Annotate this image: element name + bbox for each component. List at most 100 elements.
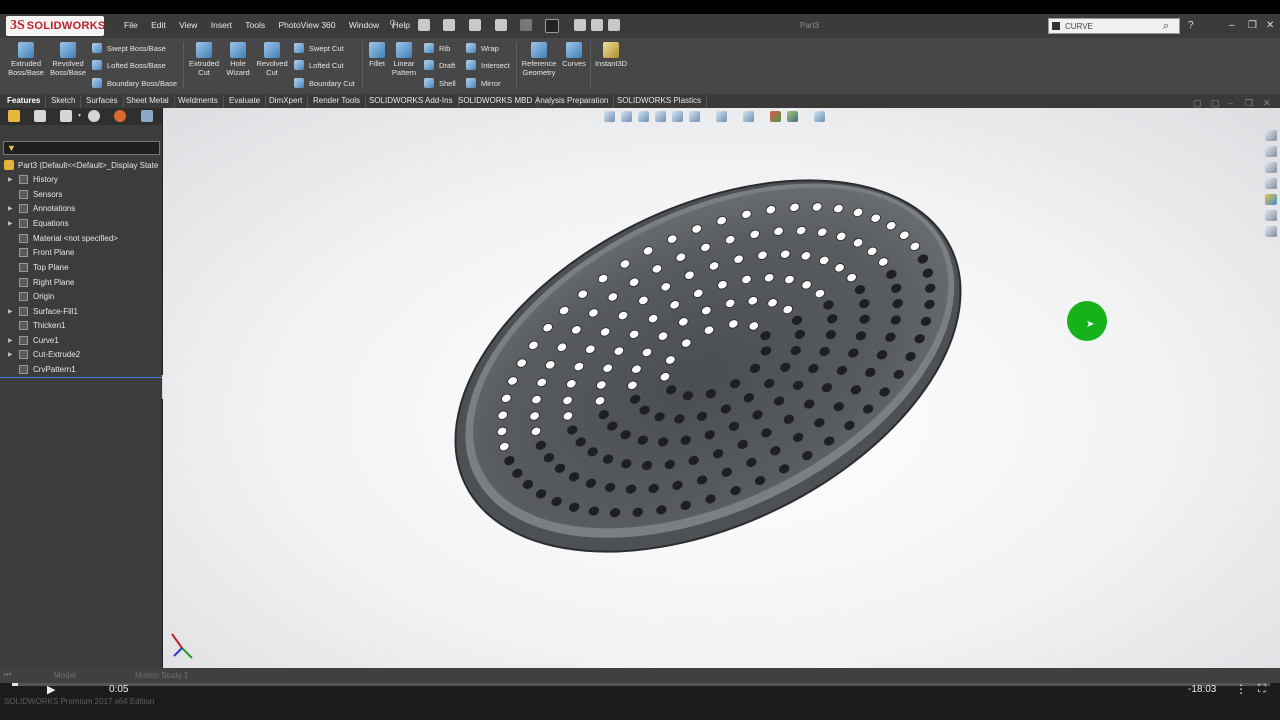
tab-solidworks-plastics[interactable]: SOLIDWORKS Plastics xyxy=(612,95,708,108)
options-gear-icon[interactable] xyxy=(608,19,620,31)
select-arrow-icon[interactable] xyxy=(545,19,559,33)
fillet-button[interactable]: Fillet xyxy=(364,42,390,69)
tree-item-equations[interactable]: ▶ Equations xyxy=(8,217,69,230)
revolved-cut-button[interactable]: Revolved Cut xyxy=(254,42,290,77)
expand-arrow-icon[interactable]: ▶ xyxy=(8,205,15,212)
tree-item-thicken1[interactable]: Thicken1 xyxy=(8,319,65,332)
doc-minimize-icon[interactable]: – xyxy=(1228,98,1233,108)
menu-file[interactable]: File xyxy=(124,20,138,30)
tree-item-cut-extrude2[interactable]: ▶ Cut-Extrude2 xyxy=(8,348,80,361)
tab-surfaces[interactable]: Surfaces xyxy=(81,95,124,108)
colander-bowl[interactable] xyxy=(396,108,1021,627)
tree-item-origin[interactable]: Origin xyxy=(8,290,54,303)
extruded-cut-button[interactable]: Extruded Cut xyxy=(186,42,222,77)
doc-cascade-icon[interactable]: ▢ xyxy=(1211,98,1220,109)
tree-item-top-plane[interactable]: Top Plane xyxy=(8,261,69,274)
tab-sketch[interactable]: Sketch xyxy=(46,95,82,108)
intersect-button[interactable]: Intersect xyxy=(466,60,510,70)
help-icon[interactable]: ? xyxy=(1188,20,1194,31)
hole-wizard-button[interactable]: Hole Wizard xyxy=(222,42,254,77)
hide-show-items-icon[interactable] xyxy=(743,111,754,122)
swept-boss-button[interactable]: Swept Boss/Base xyxy=(92,43,166,53)
rollback-bar[interactable] xyxy=(0,377,162,378)
configuration-manager-icon[interactable] xyxy=(60,110,72,122)
undo-icon[interactable] xyxy=(520,19,532,31)
menu-insert[interactable]: Insert xyxy=(211,20,232,30)
tab-features[interactable]: Features xyxy=(2,95,47,108)
new-document-icon[interactable] xyxy=(418,19,430,31)
mirror-button[interactable]: Mirror xyxy=(466,78,501,88)
rebuild-icon[interactable] xyxy=(574,19,586,31)
restore-icon[interactable]: ❐ xyxy=(1248,20,1257,31)
print-icon[interactable] xyxy=(495,19,507,31)
edit-appearance-icon[interactable] xyxy=(770,111,781,122)
boundary-boss-button[interactable]: Boundary Boss/Base xyxy=(92,78,177,88)
tab-solidworks-addins[interactable]: SOLIDWORKS Add-Ins xyxy=(364,95,459,108)
draft-button[interactable]: Draft xyxy=(424,60,455,70)
motion-study-tab[interactable]: Motion Study 1 xyxy=(135,671,188,680)
doc-restore-icon[interactable]: ❐ xyxy=(1245,98,1253,109)
linear-pattern-button[interactable]: Linear Pattern xyxy=(389,42,419,77)
doc-close-icon[interactable]: ✕ xyxy=(1263,98,1271,109)
fullscreen-icon[interactable]: ⛶ xyxy=(1258,683,1266,696)
model-tab[interactable]: Model xyxy=(54,671,76,680)
zoom-to-fit-icon[interactable] xyxy=(604,111,615,122)
tree-item-surface-fill1[interactable]: ▶ Surface-Fill1 xyxy=(8,305,78,318)
search-input[interactable] xyxy=(1065,20,1157,32)
lofted-cut-button[interactable]: Lofted Cut xyxy=(294,60,344,70)
tab-solidworks-mbd[interactable]: SOLIDWORKS MBD xyxy=(453,95,539,108)
tab-scroll-first-icon[interactable]: ⏮ xyxy=(4,670,11,680)
tree-item-right-plane[interactable]: Right Plane xyxy=(8,276,74,289)
tree-filter-box[interactable]: ▼ xyxy=(3,141,160,155)
expand-arrow-icon[interactable]: ▶ xyxy=(8,308,15,315)
graphics-viewport[interactable] xyxy=(163,108,1280,668)
minimize-icon[interactable]: – xyxy=(1229,20,1235,31)
menu-view[interactable]: View xyxy=(179,20,197,30)
expand-arrow-icon[interactable]: ▶ xyxy=(8,176,15,183)
view-orientation-icon[interactable] xyxy=(689,111,700,122)
solidworks-logo[interactable]: 3S SOLIDWORKS xyxy=(6,16,105,36)
menu-tools[interactable]: Tools xyxy=(245,20,265,30)
tree-item-material[interactable]: Material <not specified> xyxy=(8,232,118,245)
section-view-icon[interactable] xyxy=(655,111,666,122)
doc-tile-icon[interactable]: ▢ xyxy=(1193,98,1202,109)
menu-edit[interactable]: Edit xyxy=(151,20,166,30)
feature-manager-icon[interactable] xyxy=(8,110,20,122)
tab-analysis-preparation[interactable]: Analysis Preparation xyxy=(530,95,615,108)
display-style-icon[interactable] xyxy=(716,111,727,122)
previous-view-icon[interactable] xyxy=(638,111,649,122)
tree-item-annotations[interactable]: ▶ Annotations xyxy=(8,202,75,215)
swept-cut-button[interactable]: Swept Cut xyxy=(294,43,344,53)
open-folder-icon[interactable] xyxy=(443,19,455,31)
view-palette-icon[interactable] xyxy=(1265,178,1277,189)
solidworks-resources-icon[interactable] xyxy=(1265,130,1277,141)
property-manager-icon[interactable] xyxy=(34,110,46,122)
display-manager-icon[interactable] xyxy=(114,110,126,122)
video-progress-track[interactable] xyxy=(12,683,1270,686)
expand-arrow-icon[interactable]: ▶ xyxy=(8,220,15,227)
apply-scene-icon[interactable] xyxy=(787,111,798,122)
solidworks-forum-icon[interactable] xyxy=(1265,226,1277,237)
file-properties-icon[interactable] xyxy=(591,19,603,31)
tree-root-part[interactable]: Part3 (Default<<Default>_Display State xyxy=(4,160,158,170)
menu-window[interactable]: Window xyxy=(349,20,379,30)
lofted-boss-button[interactable]: Lofted Boss/Base xyxy=(92,60,166,70)
tree-item-history[interactable]: ▶ History xyxy=(8,173,58,186)
expand-arrow-icon[interactable]: ▶ xyxy=(8,351,15,358)
design-library-icon[interactable] xyxy=(1265,146,1277,157)
expand-arrow-icon[interactable]: ▶ xyxy=(8,337,15,344)
tree-item-front-plane[interactable]: Front Plane xyxy=(8,246,74,259)
close-icon[interactable]: ✕ xyxy=(1266,20,1274,31)
tree-item-curve1[interactable]: ▶ Curve1 xyxy=(8,334,59,347)
instant3d-button[interactable]: Instant3D xyxy=(592,42,630,69)
appearances-icon[interactable] xyxy=(1265,194,1277,205)
dynamic-annotation-icon[interactable] xyxy=(672,111,683,122)
player-menu-icon[interactable]: ⋮ xyxy=(1235,682,1247,696)
save-icon[interactable] xyxy=(469,19,481,31)
view-settings-icon[interactable] xyxy=(814,111,825,122)
pin-icon[interactable]: ⚲ xyxy=(389,19,396,30)
search-icon[interactable]: ⌕ xyxy=(1163,20,1169,33)
tree-item-sensors[interactable]: Sensors xyxy=(8,188,62,201)
file-explorer-icon[interactable] xyxy=(1265,162,1277,173)
tab-render-tools[interactable]: Render Tools xyxy=(308,95,366,108)
